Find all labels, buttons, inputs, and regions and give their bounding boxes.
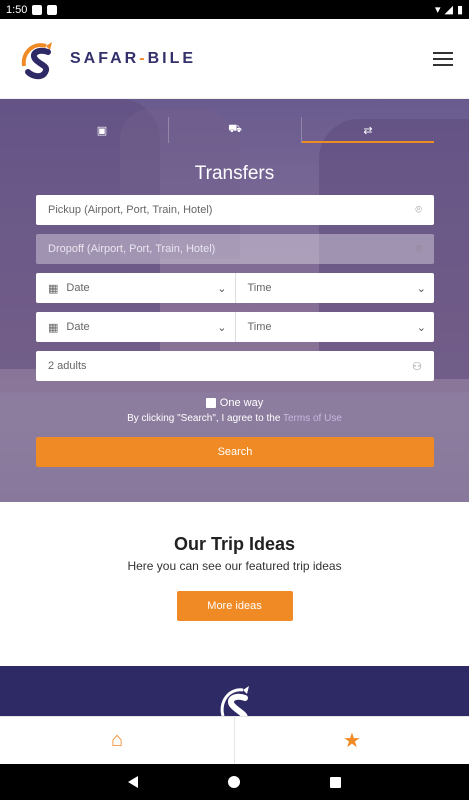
dropoff-input[interactable]: Dropoff (Airport, Port, Train, Hotel) ⌾ [36, 234, 434, 264]
pickup-input[interactable]: Pickup (Airport, Port, Train, Hotel) ⌾ [36, 195, 434, 225]
bottom-nav: ⌂ ★ [0, 716, 469, 764]
one-way-checkbox[interactable]: One way [0, 397, 469, 409]
logo-icon [21, 41, 52, 79]
time-select[interactable]: Time ⌄ [234, 312, 435, 342]
logo-text: SAFAR-BILE [70, 49, 197, 67]
status-time: 1:50 [6, 3, 28, 16]
battery-icon: ▮ [456, 4, 463, 16]
home-icon: ⌂ [110, 729, 124, 751]
logo[interactable]: SAFAR-BILE [16, 36, 196, 82]
search-button[interactable]: Search [36, 437, 434, 467]
chevron-down-icon: ⌄ [217, 282, 227, 295]
date-select[interactable]: ▦ Date ⌄ [48, 312, 235, 342]
transfer-icon: ⇄ [363, 124, 373, 137]
footer [0, 666, 469, 718]
terms-link[interactable]: Terms of Use [283, 413, 342, 424]
terms-text: By clicking "Search", I agree to the Ter… [127, 413, 342, 424]
calendar-icon: ▦ [48, 321, 59, 334]
hero-section: ▣ ⛟ ⇄ Transfers Pickup (Airport, Port, T… [0, 99, 469, 502]
location-pin-icon: ⌾ [415, 203, 422, 216]
checkbox-icon[interactable] [205, 398, 216, 408]
trip-ideas-title: Our Trip Ideas [173, 534, 296, 554]
calendar-icon: ▦ [48, 282, 59, 295]
tab-transfers[interactable]: ⇄ [301, 117, 434, 143]
trip-ideas-section: Our Trip Ideas Here you can see our feat… [0, 502, 469, 666]
star-icon: ★ [343, 730, 361, 752]
search-tabs: ▣ ⛟ ⇄ [36, 117, 434, 143]
recents-icon[interactable] [330, 776, 341, 788]
location-pin-icon: ⌾ [415, 242, 422, 255]
hamburger-menu-icon[interactable] [433, 51, 453, 66]
signal-icon: ◢ [444, 4, 453, 16]
footer-logo-icon [220, 686, 249, 718]
date-select[interactable]: ▦ Date ⌄ [48, 273, 235, 303]
notification-icon [32, 4, 43, 15]
nav-favorites[interactable]: ★ [234, 717, 469, 764]
hotel-icon: ▣ [96, 124, 108, 137]
tab-hotels[interactable]: ▣ [36, 117, 168, 143]
back-icon[interactable] [128, 776, 138, 788]
passengers-input[interactable]: 2 adults ⚇ [36, 351, 434, 381]
chevron-down-icon: ⌄ [416, 282, 426, 295]
home-button-icon[interactable] [228, 776, 240, 788]
wifi-icon: ▾ [434, 4, 441, 16]
status-bar: 1:50 ▾ ◢ ▮ [0, 0, 469, 19]
more-ideas-button[interactable]: More ideas [176, 591, 293, 621]
return-datetime: ▦ Date ⌄ Time ⌄ [36, 312, 434, 342]
app-header: SAFAR-BILE [0, 19, 469, 99]
chevron-down-icon: ⌄ [416, 321, 426, 334]
nav-home[interactable]: ⌂ [0, 717, 234, 764]
pickup-datetime: ▦ Date ⌄ Time ⌄ [36, 273, 434, 303]
trip-ideas-subtitle: Here you can see our featured trip ideas [127, 559, 342, 573]
system-nav-bar [0, 764, 469, 800]
tab-cars[interactable]: ⛟ [168, 117, 301, 143]
sim-icon [47, 4, 58, 15]
page-title: Transfers [194, 163, 275, 184]
car-icon: ⛟ [228, 123, 242, 135]
people-icon: ⚇ [412, 360, 422, 373]
chevron-down-icon: ⌄ [217, 321, 227, 334]
time-select[interactable]: Time ⌄ [234, 273, 435, 303]
